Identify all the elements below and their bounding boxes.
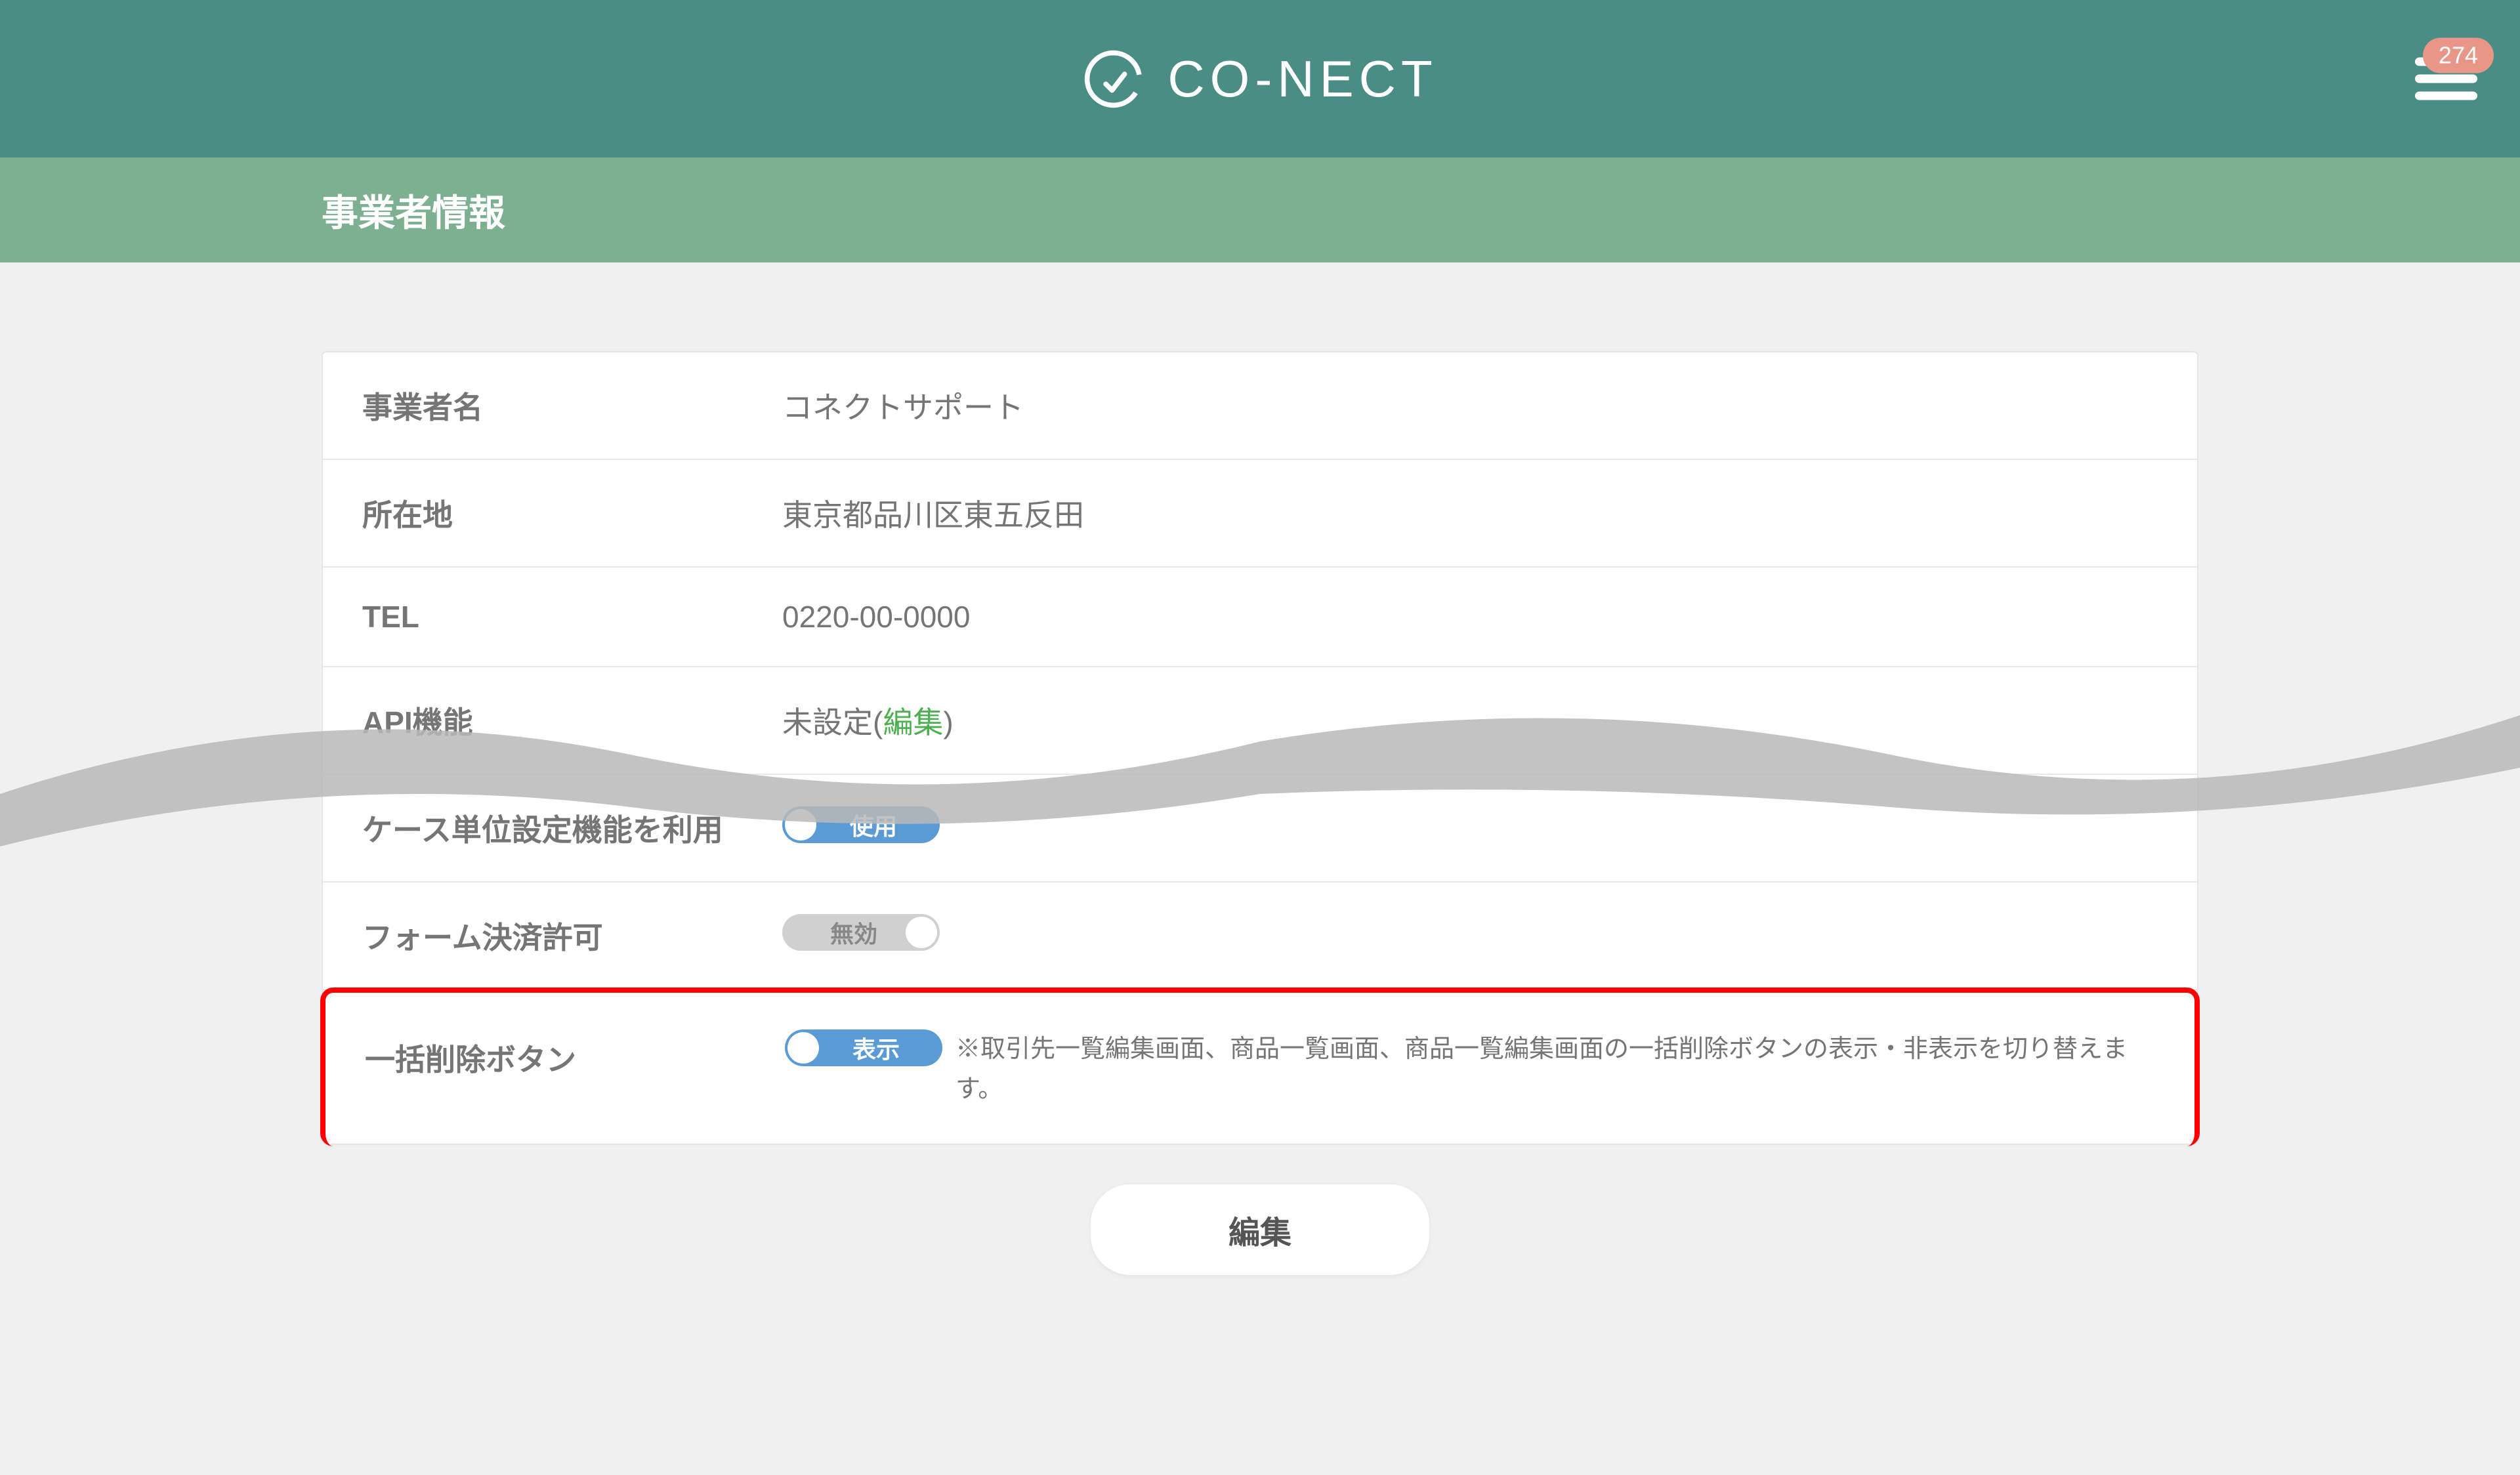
label-bulk-delete: 一括削除ボタン	[365, 1029, 785, 1079]
edit-button-container: 編集	[322, 1145, 2198, 1314]
toggle-form-payment[interactable]: 無効	[782, 914, 940, 951]
toggle-bulk-delete[interactable]: 表示	[785, 1029, 942, 1066]
row-api: API機能 未設定(編集)	[323, 667, 2197, 775]
value-bulk-delete: 表示 ※取引先一覧編集画面、商品一覧画面、商品一覧編集画面の一括削除ボタンの表示…	[785, 1029, 2155, 1110]
value-api: 未設定(編集)	[782, 699, 2158, 742]
value-address: 東京都品川区東五反田	[782, 491, 2158, 535]
page-sub-header: 事業者情報	[0, 157, 2520, 262]
value-case-unit: 使用	[782, 806, 2158, 843]
toggle-label: 使用	[785, 808, 942, 842]
value-form-payment: 無効	[782, 914, 2158, 951]
toggle-label: 表示	[788, 1031, 945, 1065]
menu-container: 274	[2415, 58, 2477, 100]
value-tel: 0220-00-0000	[782, 599, 2158, 634]
brand-icon	[1082, 48, 1144, 110]
label-api: API機能	[362, 699, 782, 742]
page-title: 事業者情報	[322, 184, 505, 237]
row-company-name: 事業者名 コネクトサポート	[323, 352, 2197, 460]
row-bulk-delete: 一括削除ボタン 表示 ※取引先一覧編集画面、商品一覧画面、商品一覧編集画面の一括…	[320, 987, 2200, 1146]
api-edit-link[interactable]: 編集	[883, 705, 943, 739]
brand-logo: CO-NECT	[1082, 48, 1437, 110]
row-tel: TEL 0220-00-0000	[323, 568, 2197, 667]
info-card: 事業者名 コネクトサポート 所在地 東京都品川区東五反田 TEL 0220-00…	[322, 351, 2198, 1145]
label-form-payment: フォーム決済許可	[362, 914, 782, 957]
row-form-payment: フォーム決済許可 無効	[323, 883, 2197, 990]
content-area: 事業者名 コネクトサポート 所在地 東京都品川区東五反田 TEL 0220-00…	[0, 262, 2520, 1314]
bulk-delete-note: ※取引先一覧編集画面、商品一覧画面、商品一覧編集画面の一括削除ボタンの表示・非表…	[956, 1029, 2155, 1110]
toggle-knob	[906, 917, 937, 948]
label-case-unit: ケース単位設定機能を利用	[362, 806, 782, 850]
label-company-name: 事業者名	[362, 384, 782, 427]
row-case-unit: ケース単位設定機能を利用 使用	[323, 775, 2197, 883]
edit-button[interactable]: 編集	[1091, 1184, 1429, 1275]
label-tel: TEL	[362, 599, 782, 634]
toggle-case-unit[interactable]: 使用	[782, 806, 940, 843]
row-address: 所在地 東京都品川区東五反田	[323, 460, 2197, 568]
label-address: 所在地	[362, 491, 782, 535]
value-company-name: コネクトサポート	[782, 384, 2158, 427]
app-header: CO-NECT 274	[0, 0, 2520, 157]
brand-text: CO-NECT	[1167, 49, 1437, 109]
notification-badge[interactable]: 274	[2423, 38, 2494, 73]
